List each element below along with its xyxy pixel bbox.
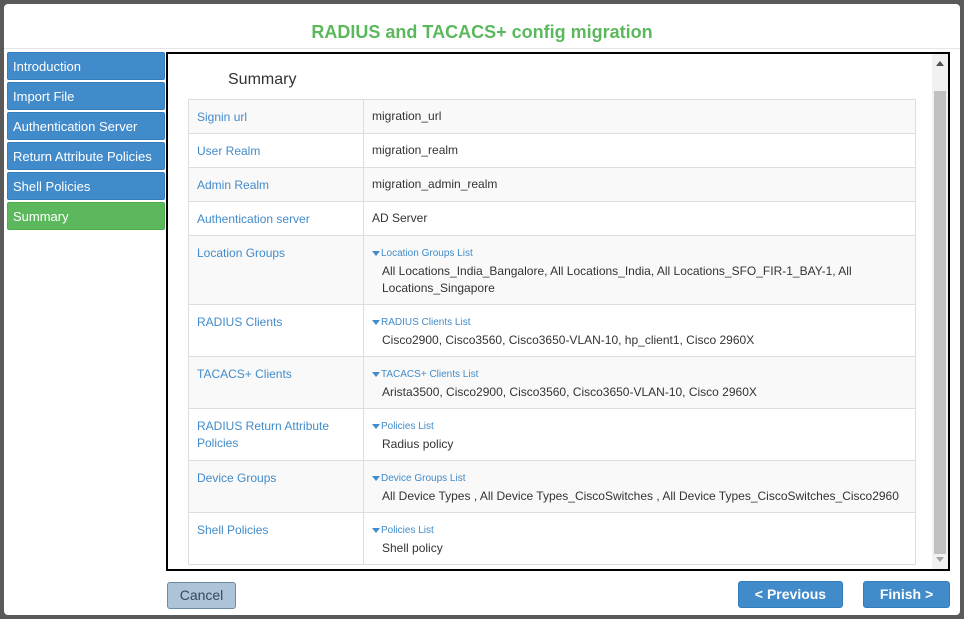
policies-list-toggle[interactable]: Policies List xyxy=(372,420,907,434)
row-key-location-groups: Location Groups xyxy=(188,235,364,305)
row-value-admin-realm: migration_admin_realm xyxy=(363,167,916,202)
wizard-steps-nav: Introduction Import File Authentication … xyxy=(7,52,165,232)
radius-policies-list: Radius policy xyxy=(382,437,454,451)
location-groups-list-toggle[interactable]: Location Groups List xyxy=(372,247,907,261)
finish-button[interactable]: Finish > xyxy=(863,581,950,608)
table-row: TACACS+ Clients TACACS+ Clients List Ari… xyxy=(188,356,916,409)
table-row: Location Groups Location Groups List All… xyxy=(188,235,916,305)
radius-clients-list-toggle[interactable]: RADIUS Clients List xyxy=(372,316,907,330)
toggle-label: TACACS+ Clients List xyxy=(381,369,479,380)
row-value-authentication-server: AD Server xyxy=(363,201,916,236)
caret-down-icon xyxy=(372,527,380,533)
step-shell-policies[interactable]: Shell Policies xyxy=(7,172,165,200)
toggle-label: RADIUS Clients List xyxy=(381,317,471,328)
row-key-user-realm: User Realm xyxy=(188,133,364,168)
step-import-file[interactable]: Import File xyxy=(7,82,165,110)
row-value-signin-url: migration_url xyxy=(363,99,916,134)
row-key-radius-clients: RADIUS Clients xyxy=(188,304,364,357)
summary-table: Signin url migration_url User Realm migr… xyxy=(188,99,916,565)
toggle-label: Policies List xyxy=(381,421,434,432)
row-key-authentication-server: Authentication server xyxy=(188,201,364,236)
shell-policies-list: Shell policy xyxy=(382,541,443,555)
summary-heading: Summary xyxy=(228,71,297,88)
table-row: Shell Policies Policies List Shell polic… xyxy=(188,512,916,565)
step-summary[interactable]: Summary xyxy=(7,202,165,230)
caret-down-icon xyxy=(372,475,380,481)
caret-down-icon xyxy=(372,423,380,429)
previous-button[interactable]: < Previous xyxy=(738,581,843,608)
summary-panel: Summary Signin url migration_url User Re… xyxy=(166,52,950,571)
row-key-tacacs-clients: TACACS+ Clients xyxy=(188,356,364,409)
cancel-button[interactable]: Cancel xyxy=(167,582,236,609)
row-value-radius-clients: RADIUS Clients List Cisco2900, Cisco3560… xyxy=(363,304,916,357)
caret-down-icon xyxy=(372,250,380,256)
row-key-admin-realm: Admin Realm xyxy=(188,167,364,202)
arrow-up-icon[interactable] xyxy=(936,61,944,66)
title-divider xyxy=(4,48,960,49)
step-return-attribute-policies[interactable]: Return Attribute Policies xyxy=(7,142,165,170)
row-key-shell-policies: Shell Policies xyxy=(188,512,364,565)
vertical-scrollbar[interactable] xyxy=(932,54,948,569)
row-key-signin-url: Signin url xyxy=(188,99,364,134)
table-row: Device Groups Device Groups List All Dev… xyxy=(188,460,916,513)
arrow-down-icon[interactable] xyxy=(936,557,944,562)
tacacs-clients-list: Arista3500, Cisco2900, Cisco3560, Cisco3… xyxy=(382,385,757,399)
toggle-label: Policies List xyxy=(381,525,434,536)
table-row: RADIUS Return Attribute Policies Policie… xyxy=(188,408,916,461)
device-groups-list: All Device Types , All Device Types_Cisc… xyxy=(382,489,899,503)
caret-down-icon xyxy=(372,371,380,377)
shell-policies-list-toggle[interactable]: Policies List xyxy=(372,524,907,538)
radius-clients-list: Cisco2900, Cisco3560, Cisco3650-VLAN-10,… xyxy=(382,333,755,347)
migration-dialog: RADIUS and TACACS+ config migration Intr… xyxy=(4,4,960,615)
row-value-location-groups: Location Groups List All Locations_India… xyxy=(363,235,916,305)
table-row: Signin url migration_url xyxy=(188,99,916,134)
row-value-tacacs-clients: TACACS+ Clients List Arista3500, Cisco29… xyxy=(363,356,916,409)
step-authentication-server[interactable]: Authentication Server xyxy=(7,112,165,140)
caret-down-icon xyxy=(372,319,380,325)
location-groups-list: All Locations_India_Bangalore, All Locat… xyxy=(382,264,852,295)
device-groups-list-toggle[interactable]: Device Groups List xyxy=(372,472,907,486)
tacacs-clients-list-toggle[interactable]: TACACS+ Clients List xyxy=(372,368,907,382)
row-value-user-realm: migration_realm xyxy=(363,133,916,168)
step-introduction[interactable]: Introduction xyxy=(7,52,165,80)
table-row: User Realm migration_realm xyxy=(188,133,916,168)
table-row: Admin Realm migration_admin_realm xyxy=(188,167,916,202)
row-value-shell-policies: Policies List Shell policy xyxy=(363,512,916,565)
toggle-label: Device Groups List xyxy=(381,473,466,484)
row-key-device-groups: Device Groups xyxy=(188,460,364,513)
row-value-device-groups: Device Groups List All Device Types , Al… xyxy=(363,460,916,513)
table-row: Authentication server AD Server xyxy=(188,201,916,236)
row-key-radius-return-attribute-policies: RADIUS Return Attribute Policies xyxy=(188,408,364,461)
table-row: RADIUS Clients RADIUS Clients List Cisco… xyxy=(188,304,916,357)
dialog-title: RADIUS and TACACS+ config migration xyxy=(311,22,653,42)
row-value-radius-return-attribute-policies: Policies List Radius policy xyxy=(363,408,916,461)
toggle-label: Location Groups List xyxy=(381,248,473,259)
scrollbar-thumb[interactable] xyxy=(934,91,946,554)
